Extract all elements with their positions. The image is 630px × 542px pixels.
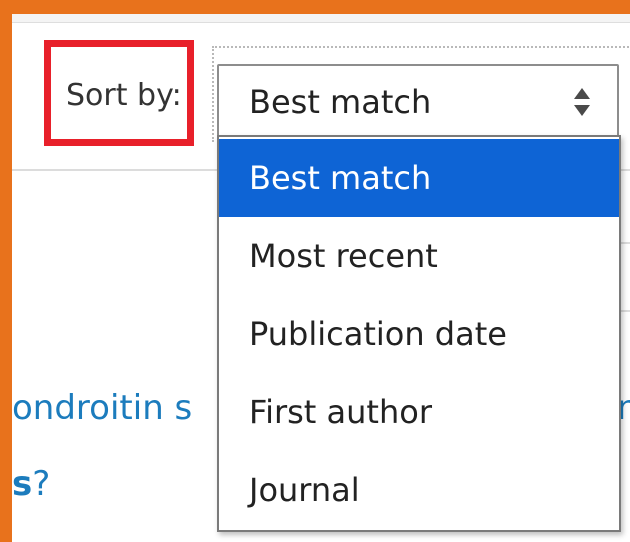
- sort-option-publication-date[interactable]: Publication date: [219, 295, 619, 373]
- sort-option-journal[interactable]: Journal: [219, 451, 619, 529]
- search-result-title-text: ondroitin s: [12, 388, 193, 428]
- search-result-title-suffix: ?: [32, 464, 51, 504]
- top-divider: [12, 14, 630, 23]
- search-results-page: Sort by: Best match ondroitin s n s? Bes…: [12, 14, 630, 542]
- sort-select-value: Best match: [249, 83, 432, 121]
- sort-by-label: Sort by:: [66, 78, 182, 113]
- window-frame-left: [0, 0, 12, 542]
- search-result-title[interactable]: ondroitin s: [12, 386, 227, 436]
- sort-select[interactable]: Best match: [217, 64, 619, 141]
- search-result-title-bold-fragment: s: [12, 464, 33, 504]
- sort-option-first-author[interactable]: First author: [219, 373, 619, 451]
- search-result-title-line2[interactable]: s?: [12, 462, 202, 510]
- up-down-arrows-icon: [574, 88, 590, 116]
- window-frame-top: [0, 0, 630, 14]
- sort-option-most-recent[interactable]: Most recent: [219, 217, 619, 295]
- sort-option-best-match[interactable]: Best match: [219, 139, 619, 217]
- sort-options-dropdown: Best match Most recent Publication date …: [217, 135, 621, 532]
